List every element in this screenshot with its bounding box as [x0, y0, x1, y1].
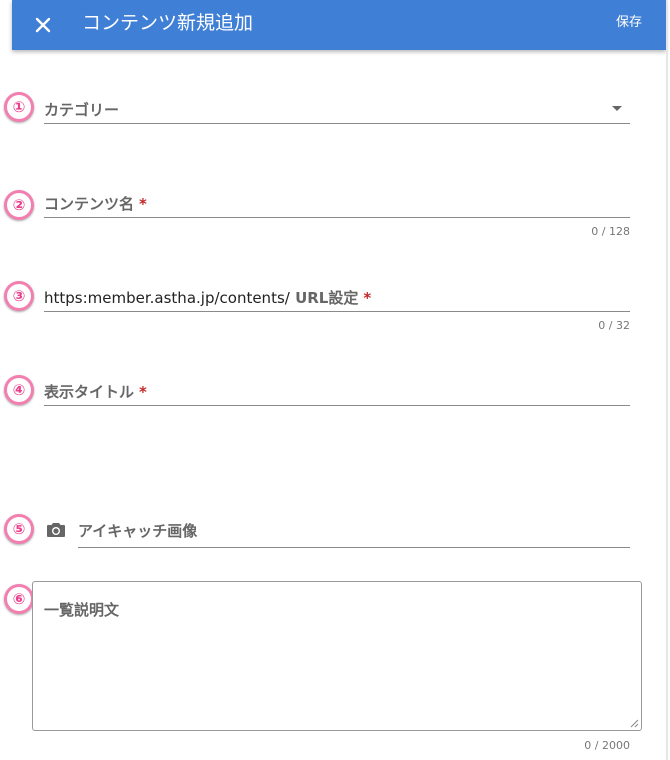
- url-label: URL設定: [295, 289, 359, 307]
- eyecatch-image-field[interactable]: アイキャッチ画像: [78, 515, 630, 548]
- content-name-counter: 0 / 128: [591, 225, 630, 238]
- category-label: カテゴリー: [44, 101, 120, 119]
- description-label: 一覧説明文: [44, 601, 120, 619]
- annotation-marker-3: ③: [4, 281, 34, 311]
- url-prefix: https:member.astha.jp/contents/: [44, 289, 290, 307]
- annotation-marker-4: ④: [4, 375, 34, 405]
- category-select[interactable]: カテゴリー: [44, 92, 630, 124]
- close-button[interactable]: [26, 8, 60, 42]
- display-title-field[interactable]: 表示タイトル *: [44, 374, 630, 406]
- annotation-marker-6: ⑥: [4, 584, 34, 614]
- annotation-marker-5: ⑤: [4, 514, 34, 544]
- page-title: コンテンツ新規追加: [82, 12, 254, 34]
- annotation-marker-1: ①: [4, 92, 34, 122]
- description-counter: 0 / 2000: [584, 739, 630, 752]
- required-mark: *: [139, 383, 147, 401]
- app-toolbar: コンテンツ新規追加 保存: [12, 0, 666, 50]
- content-name-field[interactable]: コンテンツ名 *: [44, 186, 630, 218]
- required-mark: *: [139, 195, 147, 213]
- description-textarea[interactable]: 一覧説明文: [32, 581, 642, 731]
- scroll-edge: [666, 0, 668, 760]
- required-mark: *: [363, 289, 372, 307]
- url-counter: 0 / 32: [598, 319, 630, 332]
- dropdown-arrow-icon[interactable]: [612, 106, 622, 111]
- eyecatch-label: アイキャッチ画像: [78, 522, 198, 540]
- close-icon: [35, 17, 51, 33]
- save-button[interactable]: 保存: [616, 14, 642, 32]
- content-name-label: コンテンツ名: [44, 195, 135, 213]
- display-title-label: 表示タイトル: [44, 383, 135, 401]
- resize-grip-icon[interactable]: [629, 718, 639, 728]
- camera-icon[interactable]: [46, 520, 66, 540]
- url-field[interactable]: https:member.astha.jp/contents/ URL設定 *: [44, 280, 630, 312]
- annotation-marker-2: ②: [4, 190, 34, 220]
